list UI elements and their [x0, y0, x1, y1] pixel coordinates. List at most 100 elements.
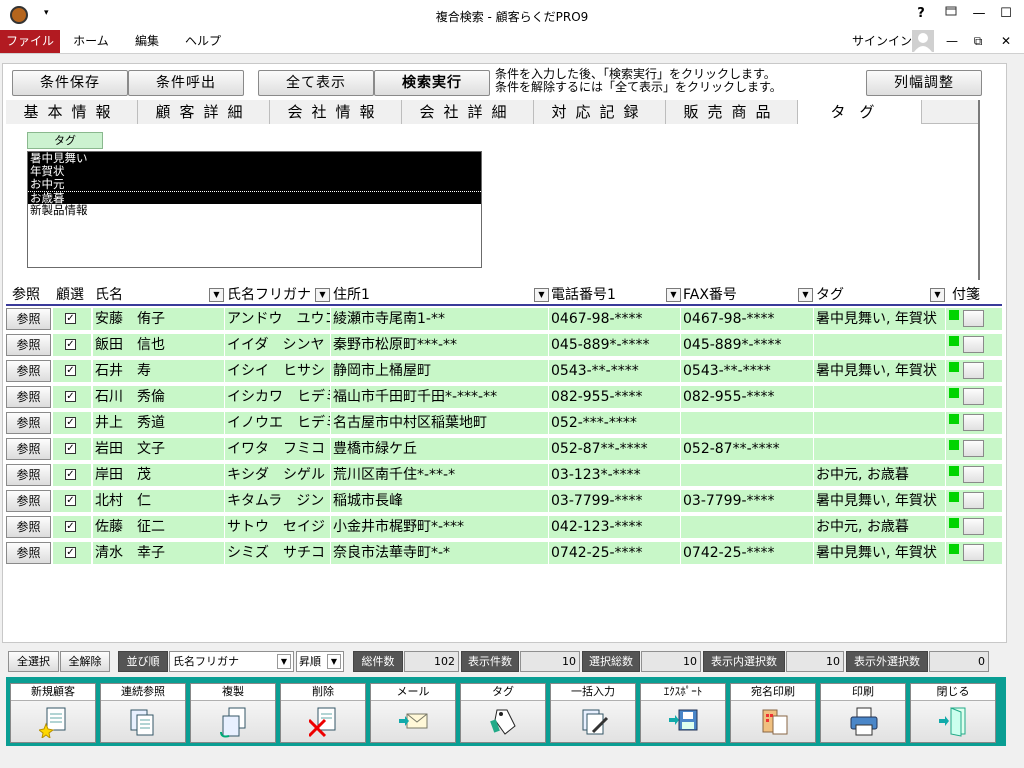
select-checkbox[interactable]: ✓ — [65, 417, 76, 428]
ribbon-minimize-icon[interactable]: — — [944, 30, 960, 53]
table-row[interactable]: 参照 ✓ 安藤 侑子 アンドウ ユウコ 綾瀬市寺尾南1-** 0467-98-**** 04… — [6, 308, 1002, 330]
tag-item-oseibo[interactable]: お歳暮 — [28, 191, 481, 205]
view-record-button[interactable]: 参照 — [6, 412, 51, 434]
select-checkbox[interactable]: ✓ — [65, 469, 76, 480]
address-filter-dropdown-icon[interactable]: ▼ — [534, 288, 549, 302]
save-condition-button[interactable]: 条件保存 — [12, 70, 128, 96]
col-header-tag[interactable]: タグ — [816, 285, 844, 305]
select-checkbox[interactable]: ✓ — [65, 313, 76, 324]
signin-link[interactable]: サインイン — [852, 30, 912, 53]
address-print-button[interactable]: 宛名印刷 — [730, 683, 816, 743]
sort-field-select[interactable]: 氏名フリガナ ▼ — [169, 651, 294, 672]
table-row[interactable]: 参照 ✓ 石井 寿イシイ ヒサシ 静岡市上桶屋町 0543-**-**** 0543-**… — [6, 360, 1002, 382]
ribbon-restore-icon[interactable]: ⧉ — [970, 30, 986, 53]
kana-filter-dropdown-icon[interactable]: ▼ — [315, 288, 330, 302]
tab-tag[interactable]: タグ — [798, 100, 922, 124]
select-checkbox[interactable]: ✓ — [65, 443, 76, 454]
table-row[interactable]: 参照 ✓ 岩田 文子 イワタ フミコ 豊橋市緑ケ丘 052-87**-**** 052-87… — [6, 438, 1002, 460]
view-record-button[interactable]: 参照 — [6, 490, 51, 512]
table-row[interactable]: 参照 ✓ 岸田 茂キシダ シゲル 荒川区南千住*-**-* 03-123*-**** お中… — [6, 464, 1002, 486]
tab-customer-detail[interactable]: 顧客詳細 — [138, 100, 270, 124]
view-record-button[interactable]: 参照 — [6, 542, 51, 564]
ribbon-close-icon[interactable]: ✕ — [998, 30, 1014, 53]
avatar[interactable] — [912, 30, 934, 52]
tab-help[interactable]: ヘルプ — [178, 30, 228, 53]
sort-direction-select[interactable]: 昇順 ▼ — [296, 651, 344, 672]
tag-filter-dropdown-icon[interactable]: ▼ — [930, 288, 945, 302]
new-customer-button[interactable]: 新規顧客 — [10, 683, 96, 743]
continuous-view-button[interactable]: 連続参照 — [100, 683, 186, 743]
select-checkbox[interactable]: ✓ — [65, 521, 76, 532]
sticky-note-button[interactable] — [963, 310, 984, 327]
name-filter-dropdown-icon[interactable]: ▼ — [209, 288, 224, 302]
search-execute-button[interactable]: 検索実行 — [374, 70, 490, 96]
table-row[interactable]: 参照 ✓ 北村 仁キタムラ ジン 稲城市長峰 03-7799-**** 03-7799-*… — [6, 490, 1002, 512]
table-row[interactable]: 参照 ✓ 佐藤 征二 サトウ セイジ 小金井市梶野町*-*** 042-123-**** お… — [6, 516, 1002, 538]
column-adjust-button[interactable]: 列幅調整 — [866, 70, 982, 96]
tab-sales-product[interactable]: 販売商品 — [666, 100, 798, 124]
tab-file[interactable]: ファイル — [0, 30, 60, 53]
select-checkbox[interactable]: ✓ — [65, 365, 76, 376]
select-checkbox[interactable]: ✓ — [65, 547, 76, 558]
print-button[interactable]: 印刷 — [820, 683, 906, 743]
ribbon-display-icon[interactable] — [940, 4, 962, 24]
sticky-note-button[interactable] — [963, 336, 984, 353]
tag-item-new-product[interactable]: 新製品情報 — [28, 204, 481, 217]
minimize-icon[interactable]: — — [968, 4, 990, 24]
col-header-tel[interactable]: 電話番号1 — [551, 285, 616, 305]
tag-button[interactable]: タグ — [460, 683, 546, 743]
col-header-fax[interactable]: FAX番号 — [683, 285, 737, 305]
tab-home[interactable]: ホーム — [66, 30, 116, 53]
maximize-icon[interactable]: ☐ — [995, 4, 1017, 24]
select-checkbox[interactable]: ✓ — [65, 391, 76, 402]
col-header-address[interactable]: 住所1 — [333, 285, 370, 305]
show-all-button[interactable]: 全て表示 — [258, 70, 374, 96]
table-row[interactable]: 参照✓石川 秀倫イシカワ ヒデミチ福山市千田町千田*-***-**082-955… — [6, 386, 1002, 408]
select-checkbox[interactable]: ✓ — [65, 339, 76, 350]
close-button[interactable]: 閉じる — [910, 683, 996, 743]
sticky-note-button[interactable] — [963, 388, 984, 405]
view-record-button[interactable]: 参照 — [6, 308, 51, 330]
sort-direction-dropdown-icon[interactable]: ▼ — [327, 654, 341, 669]
duplicate-button[interactable]: 複製 — [190, 683, 276, 743]
sort-field-dropdown-icon[interactable]: ▼ — [277, 654, 291, 669]
view-record-button[interactable]: 参照 — [6, 464, 51, 486]
tag-item-summer-greeting[interactable]: 暑中見舞い — [28, 152, 481, 165]
sticky-note-button[interactable] — [963, 414, 984, 431]
tab-company-info[interactable]: 会社情報 — [270, 100, 402, 124]
view-record-button[interactable]: 参照 — [6, 438, 51, 460]
tab-basic-info[interactable]: 基本情報 — [6, 100, 138, 124]
sticky-note-button[interactable] — [963, 544, 984, 561]
sticky-note-button[interactable] — [963, 440, 984, 457]
col-header-name[interactable]: 氏名 — [95, 285, 123, 305]
view-record-button[interactable]: 参照 — [6, 360, 51, 382]
sticky-note-button[interactable] — [963, 518, 984, 535]
mail-button[interactable]: メール — [370, 683, 456, 743]
table-row[interactable]: 参照 ✓ 清水 幸子 シミズ サチコ 奈良市法華寺町*-* 0742-25-**** 074… — [6, 542, 1002, 564]
tag-item-ochugen[interactable]: お中元 — [28, 178, 481, 191]
bulk-input-button[interactable]: 一括入力 — [550, 683, 636, 743]
sticky-note-button[interactable] — [963, 362, 984, 379]
fax-filter-dropdown-icon[interactable]: ▼ — [798, 288, 813, 302]
load-condition-button[interactable]: 条件呼出 — [128, 70, 244, 96]
tel-filter-dropdown-icon[interactable]: ▼ — [666, 288, 681, 302]
table-row[interactable]: 参照 ✓ 飯田 信也 イイダ シンヤ 秦野市松原町***-** 045-889*-****… — [6, 334, 1002, 356]
tag-listbox[interactable]: 暑中見舞い 年賀状 お中元 お歳暮 新製品情報 — [27, 151, 482, 268]
view-record-button[interactable]: 参照 — [6, 516, 51, 538]
delete-button[interactable]: 削除 — [280, 683, 366, 743]
export-button[interactable]: ｴｸｽﾎﾟｰﾄ — [640, 683, 726, 743]
table-row[interactable]: 参照 ✓ 井上 秀道イノウエ ヒデミチ名古屋市中村区稲葉地町052-***-**** — [6, 412, 1002, 434]
col-header-kana[interactable]: 氏名フリガナ — [227, 285, 311, 305]
tab-support-record[interactable]: 対応記録 — [534, 100, 666, 124]
view-record-button[interactable]: 参照 — [6, 386, 51, 408]
select-checkbox[interactable]: ✓ — [65, 495, 76, 506]
tag-item-new-year-card[interactable]: 年賀状 — [28, 165, 481, 178]
deselect-all-button[interactable]: 全解除 — [60, 651, 110, 672]
view-record-button[interactable]: 参照 — [6, 334, 51, 356]
sticky-note-button[interactable] — [963, 466, 984, 483]
help-icon[interactable]: ? — [910, 4, 932, 24]
sticky-note-button[interactable] — [963, 492, 984, 509]
select-all-button[interactable]: 全選択 — [8, 651, 59, 672]
tab-edit[interactable]: 編集 — [124, 30, 170, 53]
tab-company-detail[interactable]: 会社詳細 — [402, 100, 534, 124]
